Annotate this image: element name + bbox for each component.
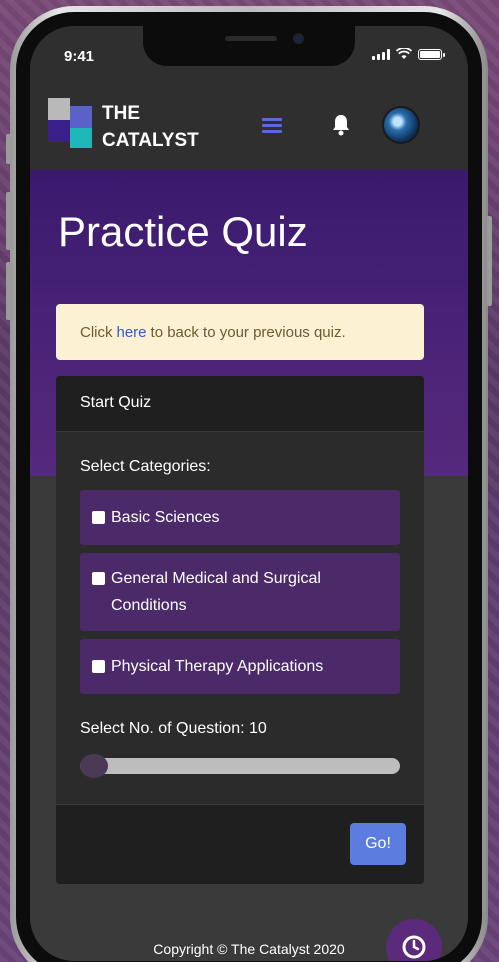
brand-line-1: THE	[102, 103, 140, 124]
status-time: 9:41	[64, 48, 95, 65]
phone-notch	[143, 26, 355, 66]
category-physical-therapy[interactable]: Physical Therapy Applications	[80, 639, 400, 694]
card-body: Select Categories: Basic Sciences Genera…	[56, 432, 424, 778]
bell-icon[interactable]	[330, 113, 352, 137]
page-title: Practice Quiz	[58, 208, 308, 255]
previous-quiz-alert: Click here to back to your previous quiz…	[56, 304, 424, 360]
category-basic-sciences[interactable]: Basic Sciences	[80, 490, 400, 545]
category-label: Basic Sciences	[111, 509, 220, 526]
app-screen: 9:41 THE CATALYST Practice Quiz Click he…	[30, 26, 468, 961]
phone-frame: 9:41 THE CATALYST Practice Quiz Click he…	[6, 6, 492, 962]
category-label: Physical Therapy Applications	[111, 658, 324, 675]
top-navbar: THE CATALYST	[30, 86, 468, 170]
battery-icon	[418, 48, 445, 60]
power-button	[487, 216, 492, 306]
category-general-medical-surgical[interactable]: General Medical and Surgical Conditions	[80, 553, 400, 631]
start-quiz-card: Start Quiz Select Categories: Basic Scie…	[56, 376, 424, 884]
previous-quiz-link[interactable]: here	[117, 324, 147, 341]
category-checkbox[interactable]	[92, 511, 105, 524]
alert-text-after: to back to your previous quiz.	[150, 323, 346, 341]
catalyst-logo[interactable]	[48, 98, 92, 148]
signal-icon	[372, 48, 390, 60]
user-avatar[interactable]	[382, 106, 420, 144]
clock-icon	[402, 935, 426, 959]
brand-line-2: CATALYST	[102, 130, 199, 151]
hamburger-menu-icon[interactable]	[262, 118, 282, 136]
silent-switch	[6, 134, 11, 164]
slider-track[interactable]	[80, 758, 400, 774]
alert-text-before: Click	[80, 323, 113, 341]
questions-count-label: Select No. of Question: 10	[80, 720, 267, 737]
category-checkbox[interactable]	[92, 572, 105, 585]
volume-down-button	[6, 262, 11, 320]
categories-label: Select Categories:	[80, 458, 211, 475]
brand-name[interactable]: THE CATALYST	[102, 100, 199, 154]
slider-thumb[interactable]	[80, 754, 108, 778]
go-button[interactable]: Go!	[350, 823, 406, 865]
category-checkbox[interactable]	[92, 660, 105, 673]
category-label: General Medical and Surgical Conditions	[111, 570, 321, 614]
volume-up-button	[6, 192, 11, 250]
card-footer: Go!	[56, 804, 424, 884]
card-header: Start Quiz	[56, 376, 424, 432]
camera-icon	[293, 33, 304, 44]
timer-fab-button[interactable]	[386, 919, 442, 961]
wifi-icon	[396, 48, 412, 59]
questions-slider[interactable]	[80, 754, 400, 778]
